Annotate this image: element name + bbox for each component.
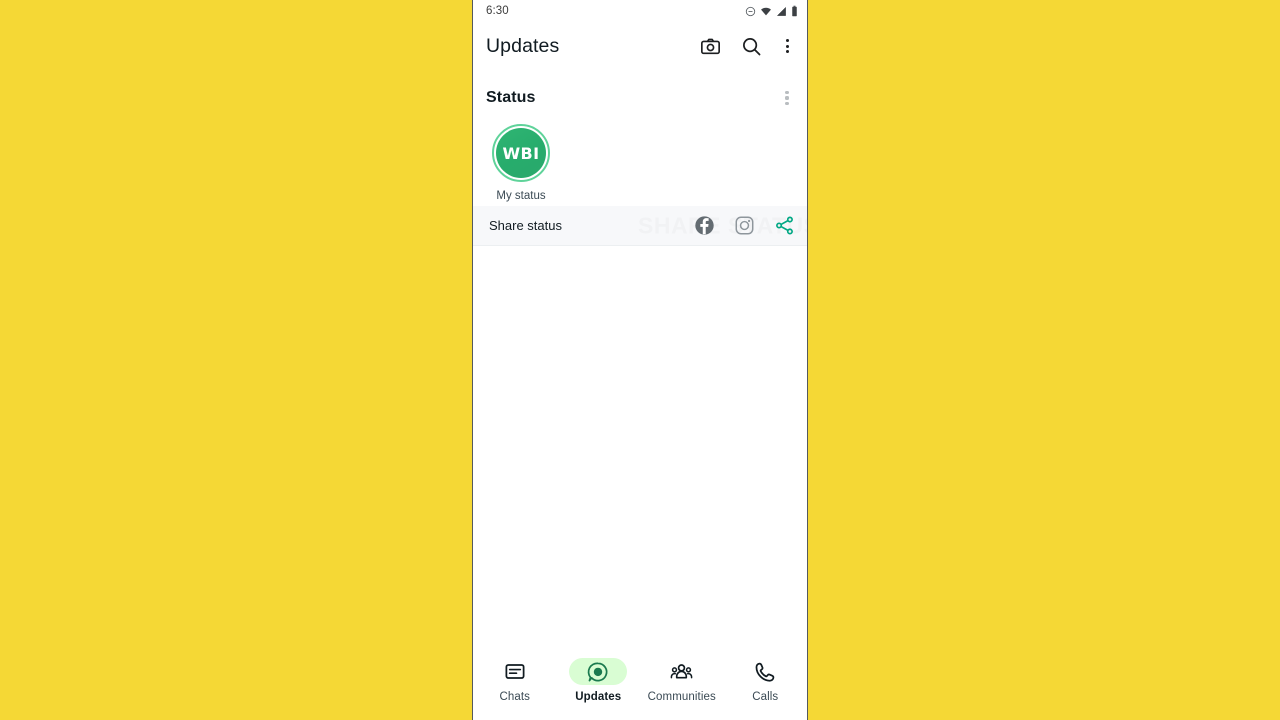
nav-label: Updates <box>575 691 622 703</box>
status-unseen-ring: WBI <box>492 124 550 182</box>
updates-content-area <box>473 246 807 652</box>
share-status-label: Share status <box>489 218 562 233</box>
app-bar: Updates <box>473 22 807 70</box>
page-title: Updates <box>486 34 560 57</box>
nav-item-communities[interactable]: Communities <box>640 658 724 703</box>
share-icon[interactable] <box>772 214 796 238</box>
status-bar-clock: 6:30 <box>486 5 509 17</box>
wifi-icon <box>761 7 771 15</box>
facebook-icon[interactable] <box>692 214 716 238</box>
instagram-icon[interactable] <box>732 214 756 238</box>
status-bar-icons <box>745 5 798 17</box>
kebab-dot <box>785 96 789 100</box>
nav-pill-active <box>569 658 628 685</box>
status-list: WBI My status <box>473 114 807 206</box>
my-status-label: My status <box>496 190 546 202</box>
status-overflow-menu-icon[interactable] <box>777 88 797 108</box>
avatar-initials: WBI <box>502 143 540 163</box>
battery-icon <box>792 5 797 17</box>
nav-label: Calls <box>752 691 779 703</box>
status-section: Status WBI My status <box>473 70 807 206</box>
my-status-tile[interactable]: WBI My status <box>486 124 556 202</box>
avatar: WBI <box>496 128 546 178</box>
app-bar-actions <box>695 31 797 61</box>
communities-icon <box>670 663 693 679</box>
kebab-dot <box>785 50 789 54</box>
kebab-dot <box>785 38 789 42</box>
share-target-icons <box>692 214 796 238</box>
system-status-bar: 6:30 <box>473 0 807 22</box>
calls-icon <box>755 662 775 682</box>
status-heading: Status <box>486 89 536 106</box>
nav-item-calls[interactable]: Calls <box>724 658 808 703</box>
kebab-dot <box>785 90 789 94</box>
overflow-menu-icon[interactable] <box>777 36 797 56</box>
bottom-navigation-bar: Chats Updates Communities Calls <box>473 652 807 720</box>
kebab-dot <box>785 44 789 48</box>
nav-item-chats[interactable]: Chats <box>473 658 557 703</box>
phone-screen: 6:30 Updates Status WBI My status SHARE … <box>472 0 808 720</box>
camera-icon[interactable] <box>695 31 725 61</box>
search-icon[interactable] <box>736 31 766 61</box>
nav-label: Communities <box>647 691 716 703</box>
updates-icon <box>587 662 608 681</box>
do-not-disturb-icon <box>745 6 756 16</box>
nav-label: Chats <box>499 691 531 703</box>
nav-pill <box>736 658 794 685</box>
nav-pill <box>486 658 544 685</box>
chats-icon <box>505 663 525 679</box>
status-section-header: Status <box>473 82 807 114</box>
kebab-dot <box>785 102 789 106</box>
nav-item-updates[interactable]: Updates <box>557 658 641 703</box>
nav-pill <box>653 658 711 685</box>
cellular-signal-icon <box>776 6 786 16</box>
share-status-row[interactable]: SHARE STATUS Share status <box>473 206 807 246</box>
